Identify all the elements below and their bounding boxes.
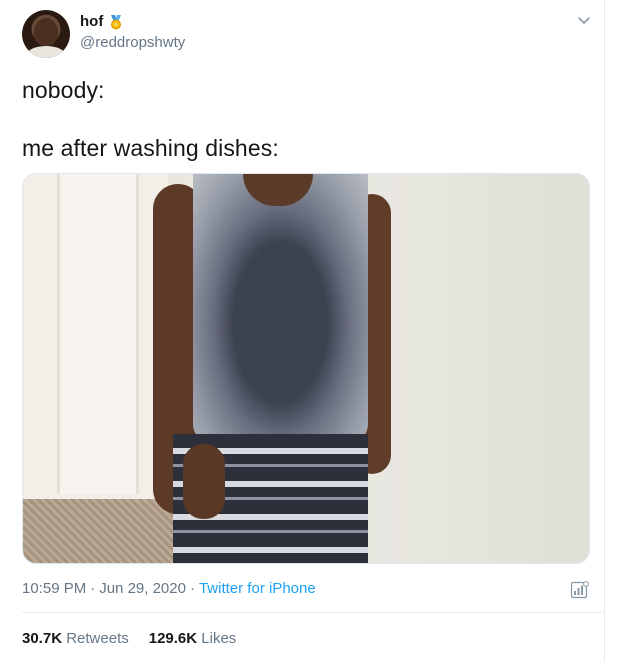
meta-separator: ·: [90, 580, 96, 597]
retweets-stat[interactable]: 30.7K Retweets: [22, 630, 129, 647]
retweets-count: 30.7K: [22, 630, 63, 647]
name-row: hof: [80, 13, 124, 30]
tweet-date[interactable]: Jun 29, 2020: [99, 580, 186, 597]
likes-stat[interactable]: 129.6K Likes: [149, 630, 237, 647]
likes-label: Likes: [201, 630, 237, 647]
retweets-label: Retweets: [66, 630, 129, 647]
chevron-down-icon[interactable]: [576, 12, 592, 28]
tweet-text-line-1: nobody:: [22, 77, 105, 103]
meta-separator: ·: [189, 580, 195, 597]
user-handle[interactable]: @reddropshwty: [80, 34, 185, 51]
tweet-time[interactable]: 10:59 PM: [22, 580, 86, 597]
display-name[interactable]: hof: [80, 13, 103, 30]
analytics-icon[interactable]: [570, 580, 590, 600]
likes-count: 129.6K: [148, 630, 198, 647]
tweet-source-link[interactable]: Twitter for iPhone: [199, 580, 316, 597]
tweet-text-line-2: me after washing dishes:: [22, 135, 279, 161]
tweet-stats: 30.7K Retweets 129.6K Likes: [22, 630, 236, 647]
tweet-photo[interactable]: [22, 173, 590, 564]
medal-icon: [111, 14, 122, 29]
avatar[interactable]: [22, 10, 70, 58]
tweet-meta: 10:59 PM · Jun 29, 2020 · Twitter for iP…: [22, 580, 316, 597]
tweet-card: hof @reddropshwty nobody: me after washi…: [4, 0, 605, 662]
divider: [22, 612, 604, 613]
